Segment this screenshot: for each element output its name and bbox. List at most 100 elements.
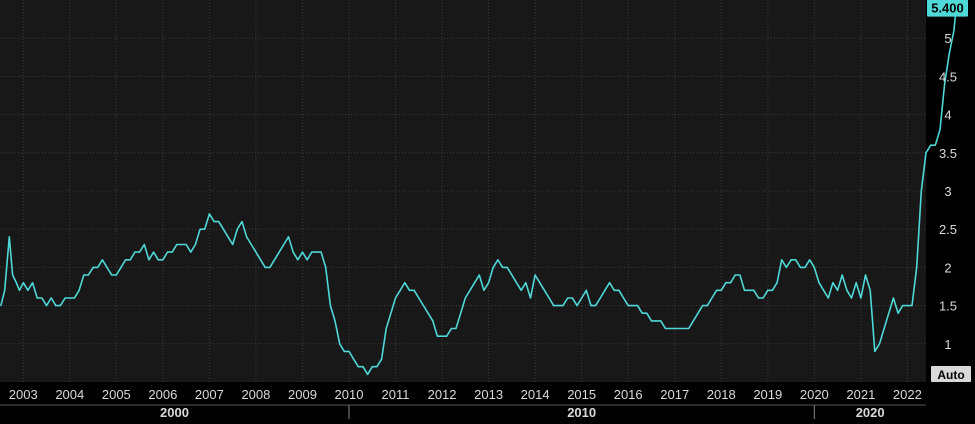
x-tick-label: 2004 [55,387,84,402]
data-point [622,297,625,299]
data-point [273,259,276,261]
y-tick-label: 3 [944,184,951,199]
data-point [595,305,597,307]
data-point [64,297,66,299]
data-point [771,289,774,291]
line-chart: 1 1.5 2 2.5 3 3.5 4 4.5 5 2003 2004 2005 2006 2007 20… [0,0,975,420]
data-point [920,190,922,192]
data-point [22,282,24,284]
data-point [706,305,708,307]
data-point [609,282,611,284]
data-point [790,259,792,261]
data-point [194,243,196,246]
data-point [785,266,788,268]
data-point [543,289,546,291]
data-point [394,297,397,299]
data-point [45,305,48,307]
data-point [106,266,108,268]
data-point [460,312,462,314]
x-tick-label: 2020 [800,387,829,402]
x-tick-label: 2005 [102,387,131,402]
data-point [883,327,885,330]
chart-area: 1 1.5 2 2.5 3 3.5 4 4.5 5 2003 2004 2005 2006 2007 20… [0,0,975,420]
data-point [390,312,392,314]
data-point [450,327,452,330]
data-point [781,259,783,261]
data-point [469,289,471,291]
data-point [83,274,85,276]
data-point [334,320,336,322]
data-point [916,266,918,268]
data-point [650,320,653,322]
data-point [888,312,890,314]
data-point [418,297,420,299]
data-point [557,305,560,307]
data-point [613,289,615,291]
data-point [692,320,694,322]
data-point [511,274,513,276]
data-point [581,297,583,299]
data-point [153,251,155,253]
data-point [823,289,825,291]
data-point [269,266,271,268]
data-point [837,289,839,291]
data-point [232,243,234,246]
data-point [87,274,89,276]
y-tick-label: 4.5 [939,69,957,84]
data-point [776,282,778,284]
data-point [320,251,322,253]
data-point [841,274,843,276]
data-point [55,305,57,307]
data-point [287,236,290,238]
x-tick-label: 2014 [521,387,550,402]
data-point [129,259,131,261]
data-point [939,129,941,131]
data-point [436,335,438,337]
data-point [646,312,648,314]
data-point [720,289,722,291]
x-tick-label: 2010 [335,387,364,402]
data-point [59,305,62,307]
data-point [739,274,741,276]
data-point [688,327,690,330]
x-tick-label: 2018 [707,387,736,402]
data-point [892,297,895,299]
data-point [762,297,764,299]
data-point [846,289,848,291]
data-point [534,274,536,276]
data-point [97,266,99,268]
data-point [292,251,294,253]
data-point [832,282,834,284]
data-point [246,236,248,238]
x-tick-label: 2007 [195,387,224,402]
data-point [669,327,671,330]
data-point [897,312,899,314]
data-point [827,297,829,299]
y-tick-label: 1.5 [939,299,957,314]
data-point [902,305,904,307]
x-tick-label: 2013 [474,387,503,402]
data-point [850,297,853,299]
data-point [529,297,532,299]
data-point [506,266,508,268]
data-point [371,366,373,368]
x-tick-label: 2012 [428,387,457,402]
data-point [636,305,639,307]
data-point [241,221,243,223]
auto-scale-button[interactable]: Auto [931,366,971,382]
data-point [92,266,94,268]
data-point [301,251,304,253]
x-tick-label: 2016 [614,387,643,402]
y-tick-label: 4 [944,108,951,123]
data-point [171,251,173,253]
data-point [757,297,760,299]
data-point [585,289,587,291]
data-point [422,305,424,307]
data-point [15,282,17,284]
data-point [381,358,383,360]
y-tick-label: 1 [944,337,951,352]
data-point [674,327,676,330]
data-point [743,289,746,291]
data-point [213,221,215,223]
data-point [176,243,178,246]
